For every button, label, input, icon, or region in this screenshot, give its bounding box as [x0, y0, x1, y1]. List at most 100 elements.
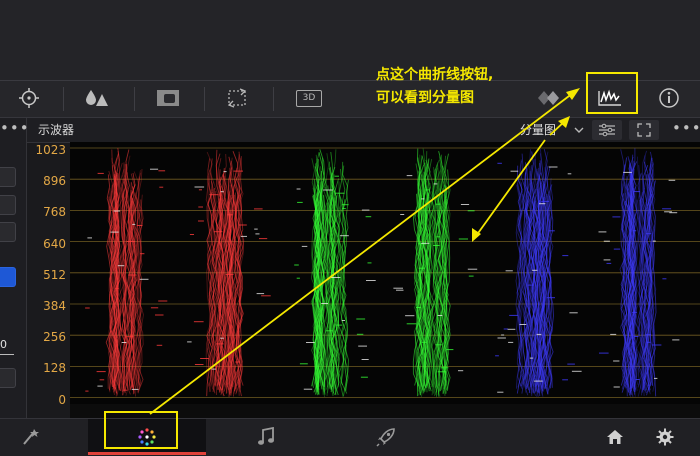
edit-page-icon[interactable]: [0, 419, 60, 455]
waveform-highlight: [110, 231, 119, 233]
parade-channel: [85, 147, 168, 397]
waveform-highlight: [136, 225, 143, 226]
gear-icon[interactable]: [650, 419, 680, 455]
waveform-highlight: [115, 288, 119, 290]
waveform-highlight: [200, 358, 209, 359]
annotation-line-1: 点这个曲折线按钮,: [376, 67, 494, 83]
diamond-icon[interactable]: [536, 87, 562, 109]
waveform-highlight: [562, 255, 569, 257]
waveform-highlight: [548, 166, 558, 168]
expand-icon[interactable]: [629, 120, 659, 140]
waveform-highlight: [571, 370, 582, 372]
waveform-highlight: [467, 210, 475, 212]
waveform-highlight: [562, 379, 568, 381]
scope-settings-icon[interactable]: [592, 120, 622, 140]
waveform-highlight: [425, 189, 430, 191]
target-icon[interactable]: [16, 87, 42, 109]
waveform-highlight: [497, 391, 504, 393]
waveform-highlight: [458, 370, 464, 372]
waveform-highlight: [467, 268, 478, 270]
waveform-highlight: [150, 168, 159, 170]
highlight-box-color-page: [104, 411, 178, 449]
annotation-caption: 点这个曲折线按钮, 可以看到分量图: [376, 64, 493, 110]
deliver-page-icon[interactable]: [366, 419, 406, 455]
window-icon[interactable]: [155, 87, 181, 109]
home-icon[interactable]: [600, 419, 630, 455]
waveform-highlight: [155, 314, 164, 316]
waveform-highlight: [132, 223, 136, 225]
waveform-highlight: [613, 386, 620, 388]
more-options-icon[interactable]: •••: [672, 118, 700, 142]
waveform-highlight: [321, 303, 328, 304]
scope-mode-select[interactable]: 分量图: [520, 118, 586, 142]
waveform-highlight: [400, 214, 405, 215]
waveform-highlight: [652, 240, 656, 242]
waveform-highlight: [198, 220, 204, 222]
waveform-highlight: [623, 171, 632, 173]
waveform-highlight: [297, 201, 303, 203]
waveform-highlight: [497, 337, 506, 339]
waveform-highlight: [393, 287, 403, 289]
side-slider[interactable]: [0, 354, 14, 355]
waveform-highlight: [437, 371, 447, 373]
waveform-highlight: [654, 377, 658, 379]
waveform-highlight: [331, 277, 341, 278]
waveform-highlight: [632, 230, 637, 232]
waveform-highlight: [358, 345, 367, 347]
waveform-highlight: [85, 390, 89, 392]
waveform-highlight: [497, 162, 502, 164]
waveform-highlight: [599, 352, 609, 354]
rotate-icon[interactable]: [224, 87, 250, 109]
3d-icon[interactable]: 3D: [295, 87, 323, 109]
waveform-highlight: [437, 315, 443, 316]
side-control[interactable]: [0, 195, 16, 215]
waveform-highlight: [209, 194, 219, 196]
waveform-highlight: [220, 337, 224, 339]
waveform-highlight: [223, 171, 227, 173]
waveform-highlight: [613, 248, 621, 250]
side-control[interactable]: [0, 368, 16, 388]
waveform-highlight: [567, 173, 572, 175]
waveform-highlight: [418, 267, 425, 269]
waveform-highlight: [187, 341, 192, 343]
waveform-highlight: [193, 321, 204, 323]
waveform-highlight: [339, 235, 349, 237]
waveform-highlight: [227, 214, 233, 216]
info-icon[interactable]: [656, 87, 682, 109]
fairlight-page-icon[interactable]: [246, 419, 286, 455]
side-control[interactable]: [0, 222, 16, 242]
waveform-highlight: [194, 186, 205, 188]
waveform-highlight: [367, 262, 372, 264]
waveform-highlight: [342, 204, 349, 206]
waveform-highlight: [668, 179, 676, 181]
y-tick-label: 768: [43, 205, 66, 220]
left-more-options-icon[interactable]: •••: [0, 118, 30, 142]
waveform-highlight: [366, 280, 376, 281]
viewer-area: [0, 0, 700, 81]
waveform-highlight: [672, 339, 680, 341]
waveform-highlight: [126, 336, 134, 338]
side-control[interactable]: [0, 167, 16, 187]
waveform-highlight: [255, 233, 260, 235]
drops-icon[interactable]: [84, 87, 110, 109]
waveform-highlight: [662, 208, 672, 210]
waveform-highlight: [662, 278, 667, 280]
waveform-highlight: [546, 297, 555, 299]
y-tick-label: 128: [43, 361, 66, 376]
toolbar-divider: [134, 87, 135, 111]
waveform-highlight: [334, 175, 339, 177]
waveform-highlight: [421, 341, 427, 343]
side-value: 0: [0, 338, 7, 351]
y-tick-label: 896: [43, 174, 66, 189]
waveform-highlight: [519, 324, 527, 325]
waveform-highlight: [299, 363, 308, 365]
side-control-active[interactable]: [0, 267, 16, 287]
waveform-highlight: [508, 341, 514, 343]
waveform-parade-scope: [70, 142, 700, 404]
waveform-highlight: [421, 242, 430, 244]
waveform-highlight: [433, 245, 440, 246]
parade-channel: [187, 149, 271, 397]
waveform-highlight: [603, 259, 611, 261]
waveform-highlight: [198, 206, 203, 208]
y-tick-label: 1023: [35, 143, 66, 157]
